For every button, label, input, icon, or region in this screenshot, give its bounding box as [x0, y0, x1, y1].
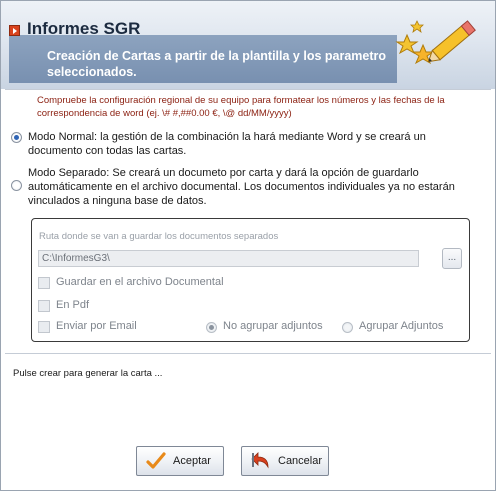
no-group-option[interactable]: No agrupar adjuntos — [206, 320, 323, 333]
header-divider — [5, 89, 491, 90]
dialog-subtitle: Creación de Cartas a partir de la planti… — [47, 49, 387, 79]
email-checkbox[interactable] — [38, 321, 50, 333]
undo-arrow-icon — [251, 452, 269, 469]
group-radio[interactable] — [342, 322, 353, 333]
save-archive-checkbox[interactable] — [38, 277, 50, 289]
accept-button[interactable]: Aceptar — [136, 446, 224, 476]
path-label: Ruta donde se van a guardar los document… — [39, 231, 279, 242]
stars-pencil-icon — [395, 20, 476, 65]
browse-button[interactable]: ... — [442, 248, 462, 269]
dialog-window: Informes SGR Creación de Cartas a partir… — [0, 0, 496, 491]
separate-mode-options: Ruta donde se van a guardar los document… — [31, 218, 470, 342]
mode-separado-radio[interactable] — [11, 180, 22, 191]
group-label: Agrupar Adjuntos — [359, 320, 444, 332]
status-message: Pulse crear para generar la carta ... — [13, 368, 163, 379]
status-divider — [5, 353, 491, 354]
no-group-radio[interactable] — [206, 322, 217, 333]
cancel-label: Cancelar — [278, 455, 323, 467]
cancel-button[interactable]: Cancelar — [241, 446, 329, 476]
mode-separado-option[interactable]: Modo Separado: Se creará un documeto por… — [11, 166, 471, 208]
mode-normal-option[interactable]: Modo Normal: la gestión de la combinació… — [11, 130, 471, 158]
save-archive-label: Guardar en el archivo Documental — [56, 276, 224, 288]
dialog-title: Informes SGR — [27, 19, 141, 38]
email-label: Enviar por Email — [56, 320, 137, 332]
pdf-label: En Pdf — [56, 299, 90, 311]
path-input[interactable]: C:\InformesG3\ — [38, 250, 419, 267]
mode-normal-radio[interactable] — [11, 132, 22, 143]
header: Informes SGR Creación de Cartas a partir… — [1, 1, 495, 89]
pdf-option[interactable]: En Pdf — [38, 299, 90, 312]
mode-normal-label: Modo Normal: la gestión de la combinació… — [28, 131, 426, 157]
accept-label: Aceptar — [173, 455, 211, 467]
regional-settings-notice: Compruebe la configuración regional de s… — [37, 95, 445, 119]
save-archive-option[interactable]: Guardar en el archivo Documental — [38, 276, 224, 289]
checkmark-icon — [146, 452, 166, 469]
no-group-label: No agrupar adjuntos — [223, 320, 323, 332]
pdf-checkbox[interactable] — [38, 300, 50, 312]
email-option[interactable]: Enviar por Email — [38, 320, 137, 333]
mode-separado-label: Modo Separado: Se creará un documeto por… — [28, 167, 455, 207]
group-option[interactable]: Agrupar Adjuntos — [342, 320, 444, 333]
title-bullet-icon — [9, 25, 20, 36]
